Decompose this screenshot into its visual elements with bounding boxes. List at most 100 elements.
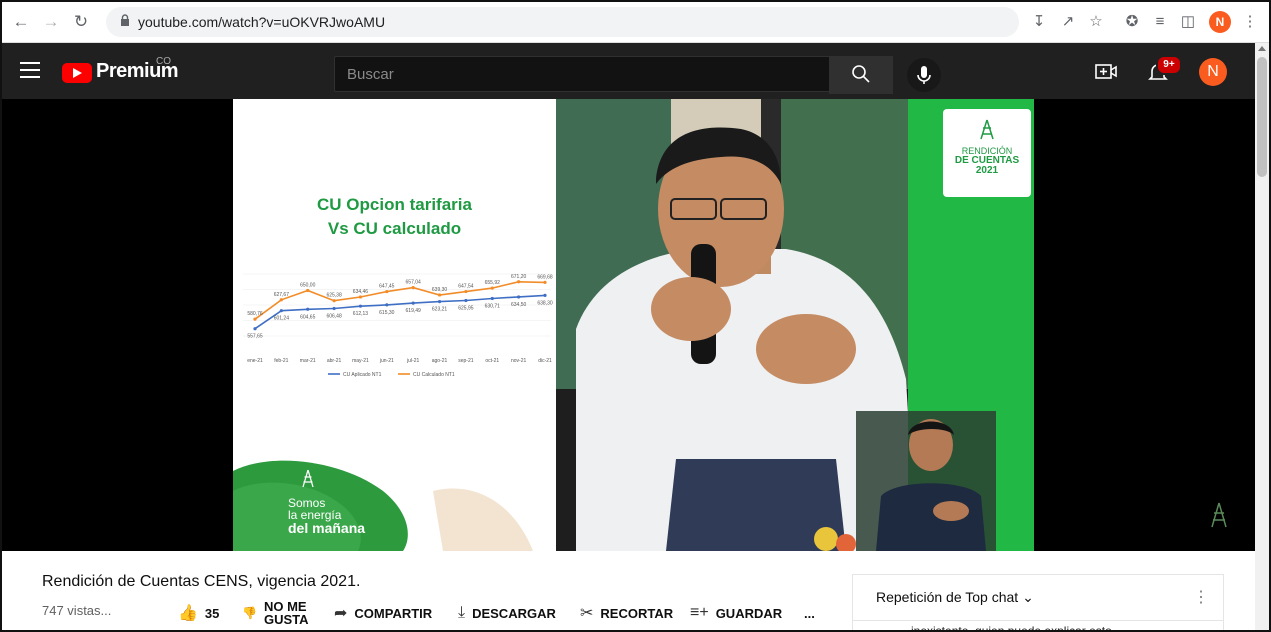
youtube-header: Premium CO 9+ N	[2, 43, 1255, 99]
chart-category-label: sep-21	[458, 358, 474, 364]
reading-list-icon[interactable]: ≡	[1150, 12, 1170, 32]
search-button[interactable]	[829, 56, 893, 94]
scissors-icon: ✂	[580, 605, 594, 622]
scroll-thumb[interactable]	[1257, 57, 1267, 177]
chart-category-label: nov-21	[511, 358, 527, 364]
share-button[interactable]: ➦ COMPARTIR	[334, 598, 432, 628]
thumbs-up-icon: 👍	[178, 605, 198, 622]
chart-point	[543, 280, 547, 284]
thumbs-down-icon: 👎	[242, 606, 257, 620]
save-button[interactable]: ≡+ GUARDAR	[690, 598, 782, 628]
chat-title-label: Repetición de Top chat	[876, 589, 1019, 605]
chart-point	[279, 309, 283, 313]
chart-data-label: 580,76	[247, 311, 263, 317]
window-frame: ← → ↻ youtube.com/watch?v=uOKVRJwoAMU ↧ …	[0, 0, 1271, 632]
chat-message: inexistente, quien puede explicar esto	[911, 624, 1112, 632]
like-button[interactable]: 👍 35	[178, 598, 219, 628]
chart-point	[490, 296, 494, 301]
cens-tower-logo-icon	[980, 119, 994, 140]
dislike-label-line-2: GUSTA	[263, 612, 309, 627]
chart-legend-label: CU Calculado NT1	[413, 372, 455, 378]
notifications-count-badge: 9+	[1156, 55, 1182, 75]
account-avatar[interactable]: N	[1199, 58, 1227, 86]
back-arrow-icon[interactable]: ←	[10, 11, 32, 33]
chart-point	[411, 286, 415, 290]
chart-point	[464, 298, 468, 303]
browser-menu-icon[interactable]: ⋮	[1240, 12, 1260, 32]
download-button[interactable]: ⤓ DESCARGAR	[458, 598, 556, 628]
chat-mode-dropdown[interactable]: Repetición de Top chat ⌄	[876, 589, 1034, 606]
forward-arrow-icon[interactable]: →	[40, 11, 62, 33]
chart-point	[279, 298, 283, 302]
chart-point	[358, 304, 363, 308]
microphone-icon	[917, 66, 931, 84]
sign-language-interpreter-image	[856, 411, 996, 551]
install-app-icon[interactable]: ↧	[1029, 12, 1049, 32]
chart-data-label: 625,38	[326, 293, 342, 299]
chart-data-label: 657,04	[406, 280, 422, 286]
chart-data-label: 615,30	[379, 310, 395, 316]
clip-label: RECORTAR	[600, 605, 674, 621]
browser-profile-avatar[interactable]: N	[1209, 11, 1231, 33]
chart-data-label: 650,00	[300, 283, 316, 289]
chart-data-label: 634,50	[511, 302, 527, 308]
chart-category-label: jun-21	[379, 358, 394, 364]
reload-icon[interactable]: ↻	[70, 11, 92, 33]
slide-footer-leaves	[233, 460, 533, 551]
voice-search-button[interactable]	[907, 58, 941, 92]
chart-point	[517, 280, 521, 284]
menu-hamburger-icon[interactable]	[20, 62, 40, 78]
chart-category-label: may-21	[352, 358, 369, 364]
video-player[interactable]: CU Opcion tarifaria Vs CU calculado 557,…	[2, 99, 1255, 551]
cens-tower-logo-icon	[302, 469, 314, 488]
search-icon	[852, 65, 870, 83]
scroll-up-arrow-icon[interactable]	[1258, 46, 1266, 51]
youtube-play-logo-icon[interactable]	[62, 63, 92, 83]
page-scrollbar[interactable]	[1255, 43, 1269, 630]
side-panel-icon[interactable]: ◫	[1178, 12, 1198, 32]
chart-point	[385, 303, 389, 307]
download-icon: ⤓	[458, 604, 466, 621]
chart-data-label: 604,65	[300, 314, 316, 320]
chart-point	[543, 293, 547, 297]
chart-data-label: 625,95	[458, 305, 474, 311]
share-page-icon[interactable]: ↗	[1058, 12, 1078, 32]
dislike-button[interactable]: 👎 NO ME GUSTA	[242, 598, 309, 628]
chart-category-label: jul-21	[406, 358, 419, 364]
address-bar[interactable]: youtube.com/watch?v=uOKVRJwoAMU	[106, 7, 1019, 37]
search-input[interactable]	[335, 57, 829, 91]
url-text: youtube.com/watch?v=uOKVRJwoAMU	[138, 14, 386, 30]
chart-point	[332, 299, 336, 303]
view-count[interactable]: 747 vistas...	[42, 603, 111, 618]
chart-data-label: 623,21	[432, 307, 448, 313]
chart-data-label: 557,65	[247, 334, 263, 340]
tariff-line-chart: 557,65 601,24 604,65 606,48 612,13 615,30 619,…	[243, 273, 553, 378]
chart-point	[385, 289, 389, 294]
chart-data-label: 619,49	[406, 308, 422, 314]
chart-data-label: 638,30	[537, 300, 553, 306]
create-video-icon[interactable]	[1094, 62, 1118, 82]
chat-more-options-icon[interactable]: ⋮	[1193, 587, 1209, 607]
speaker-camera-feed: RENDICIÓN DE CUENTAS 2021	[556, 99, 1034, 551]
more-actions-button[interactable]: ...	[804, 598, 815, 628]
chart-series-line-1	[254, 294, 546, 330]
chart-point	[332, 306, 336, 311]
chart-data-label: 655,92	[485, 280, 501, 286]
share-label: COMPARTIR	[354, 605, 433, 621]
video-title: Rendición de Cuentas CENS, vigencia 2021…	[42, 573, 361, 590]
chart-data-label: 612,13	[353, 311, 369, 317]
clip-button[interactable]: ✂ RECORTAR	[580, 598, 673, 628]
like-count: 35	[204, 605, 220, 621]
download-label: DESCARGAR	[472, 605, 556, 621]
share-arrow-icon: ➦	[334, 605, 348, 622]
chart-point	[464, 289, 468, 294]
chart-data-label: 627,67	[274, 292, 290, 298]
chart-data-label: 639,30	[432, 287, 448, 293]
chart-category-label: oct-21	[485, 358, 499, 364]
lock-icon	[121, 14, 129, 26]
save-label: GUARDAR	[715, 605, 783, 621]
extensions-puzzle-icon[interactable]: ✪	[1122, 12, 1142, 32]
chart-point	[411, 301, 415, 305]
chart-data-label: 634,46	[353, 289, 369, 295]
bookmark-star-icon[interactable]: ☆	[1086, 12, 1106, 32]
